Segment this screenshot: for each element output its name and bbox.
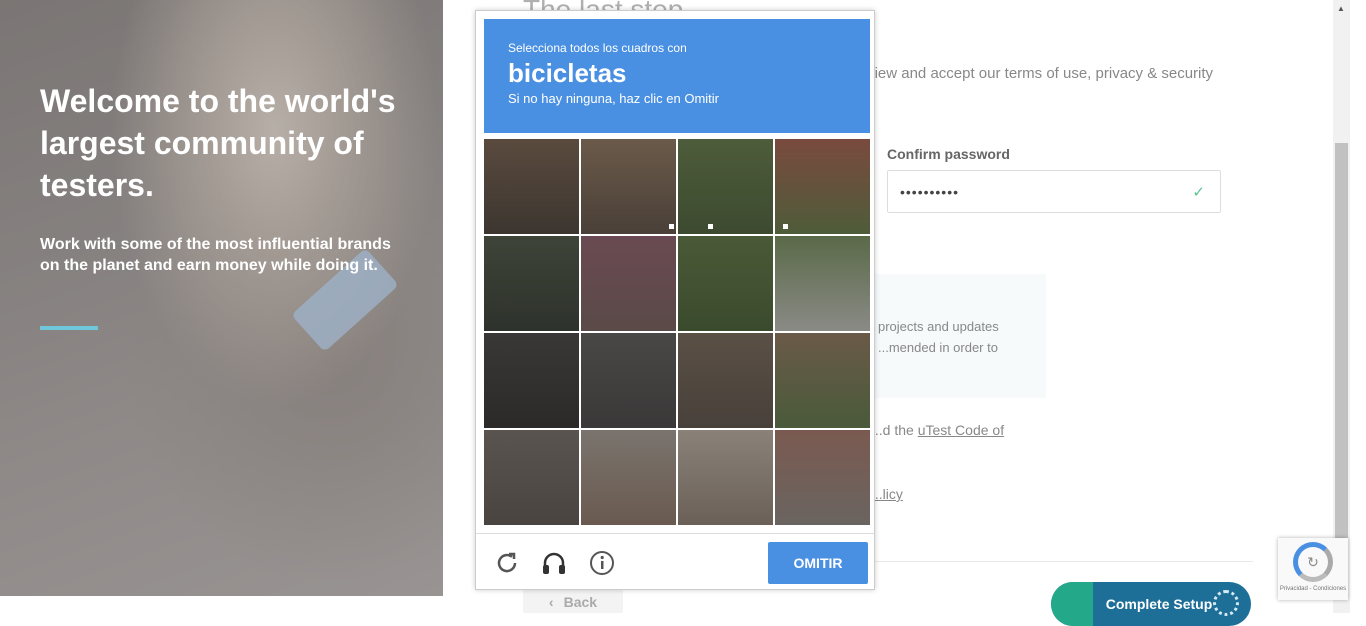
captcha-tile[interactable] — [678, 430, 773, 525]
scrollbar[interactable]: ▲ — [1333, 0, 1350, 613]
headphones-icon[interactable] — [539, 548, 569, 578]
captcha-tile[interactable] — [581, 139, 676, 234]
notice-text: projects and updates ...mended in order … — [878, 319, 999, 355]
terms-link[interactable]: uTest Code of — [918, 422, 1004, 438]
check-icon: ✓ — [1192, 184, 1206, 201]
captcha-tile[interactable] — [775, 333, 870, 428]
privacy-link[interactable]: ...licy — [871, 486, 903, 502]
captcha-instruction: Selecciona todos los cuadros con — [508, 41, 687, 55]
captcha-target: bicicletas — [508, 58, 627, 88]
captcha-challenge: Selecciona todos los cuadros con bicicle… — [475, 10, 875, 590]
captcha-tile[interactable] — [775, 139, 870, 234]
captcha-tile[interactable] — [775, 430, 870, 525]
tile-marker — [708, 224, 713, 229]
captcha-tile[interactable] — [678, 333, 773, 428]
captcha-tile[interactable] — [484, 333, 579, 428]
recaptcha-badge-text: Privacidad - Condiciones — [1279, 586, 1347, 592]
captcha-tile[interactable] — [581, 236, 676, 331]
progress-fill — [1051, 582, 1093, 626]
captcha-tile[interactable] — [484, 236, 579, 331]
info-icon[interactable] — [587, 548, 617, 578]
scrollbar-thumb[interactable] — [1335, 143, 1348, 543]
recaptcha-badge[interactable]: ↻ Privacidad - Condiciones — [1278, 538, 1348, 600]
confirm-password-value: •••••••••• — [900, 183, 960, 200]
captcha-header: Selecciona todos los cuadros con bicicle… — [484, 19, 870, 133]
terms-text: ...d the — [871, 422, 914, 438]
captcha-tile[interactable] — [775, 236, 870, 331]
back-button[interactable]: ‹ Back — [523, 590, 623, 613]
tile-marker — [783, 224, 788, 229]
captcha-footer: OMITIR — [476, 533, 874, 589]
captcha-hint: Si no hay ninguna, haz clic en Omitir — [508, 91, 719, 106]
terms-line: ...d the uTest Code of — [871, 422, 1004, 438]
confirm-password-label: Confirm password — [887, 146, 1010, 162]
chevron-left-icon: ‹ — [548, 593, 554, 610]
hero-subtitle: Work with some of the most influential b… — [40, 236, 391, 274]
captcha-tile[interactable] — [678, 236, 773, 331]
captcha-tile[interactable] — [484, 139, 579, 234]
tile-marker — [669, 224, 674, 229]
captcha-grid — [484, 139, 870, 525]
hero-title: Welcome to the world's largest community… — [40, 83, 396, 203]
complete-setup-label: Complete Setup — [1105, 596, 1213, 612]
captcha-tile[interactable] — [678, 139, 773, 234]
scroll-up-arrow-icon[interactable]: ▲ — [1337, 4, 1345, 13]
hero-divider — [40, 326, 98, 330]
hero-panel: Welcome to the world's largest community… — [0, 0, 443, 596]
spinner-icon — [1213, 590, 1239, 616]
captcha-tile[interactable] — [581, 430, 676, 525]
confirm-password-field[interactable]: •••••••••• ✓ — [887, 170, 1221, 213]
captcha-tile[interactable] — [484, 430, 579, 525]
privacy-line: ...licy — [871, 486, 903, 502]
back-label: Back — [563, 593, 598, 610]
complete-setup-button[interactable]: Complete Setup — [1051, 582, 1251, 626]
reload-icon[interactable] — [492, 548, 522, 578]
captcha-tile[interactable] — [581, 333, 676, 428]
recaptcha-logo-icon: ↻ — [1293, 542, 1333, 582]
skip-button[interactable]: OMITIR — [768, 542, 868, 584]
